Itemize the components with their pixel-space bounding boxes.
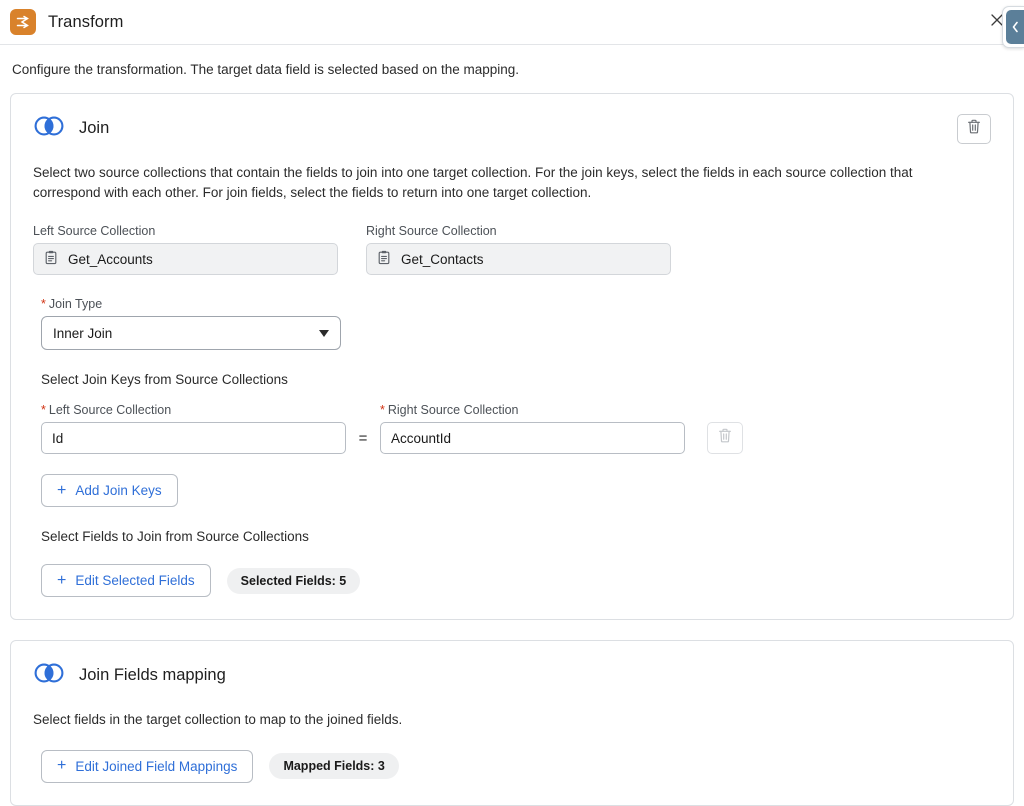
join-description: Select two source collections that conta… [33, 165, 913, 200]
right-source-collection-field[interactable]: Get_Contacts [366, 243, 671, 276]
trash-icon [718, 428, 732, 448]
intro-text: Configure the transformation. The target… [12, 62, 520, 77]
delete-join-key-button [707, 422, 743, 455]
mapping-card-header: Join Fields mapping [33, 663, 991, 688]
select-fields-heading: Select Fields to Join from Source Collec… [41, 529, 309, 545]
left-source-collection-label: Left Source Collection [33, 224, 156, 239]
add-join-keys-wrap: + Add Join Keys [41, 454, 991, 508]
left-source-collection-field[interactable]: Get_Accounts [33, 243, 338, 276]
venn-join-icon [33, 663, 65, 688]
join-type-row: * Join Type Inner Join [33, 297, 991, 351]
mapped-fields-badge: Mapped Fields: 3 [269, 753, 399, 780]
edit-mappings-row: + Edit Joined Field Mappings Mapped Fiel… [41, 730, 991, 783]
join-type-label-text: Join Type [48, 297, 103, 312]
join-key-left-group: * Left Source Collection Id [41, 403, 346, 455]
left-source-collection-group: Left Source Collection Get_Accounts [33, 224, 338, 276]
join-key-row: * Left Source Collection Id = * Right Sour… [41, 403, 991, 455]
mapping-description: Select fields in the target collection t… [33, 712, 403, 728]
right-source-collection-group: Right Source Collection Get_Contacts [366, 224, 671, 276]
join-key-left-field[interactable]: Id [41, 422, 346, 455]
join-key-right-label-text: Right Source Collection [387, 403, 519, 418]
join-type-value: Inner Join [53, 325, 113, 341]
page-title: Transform [48, 12, 124, 31]
source-collections-row: Left Source Collection Get_Accounts Righ… [33, 224, 991, 276]
required-marker: * [41, 297, 46, 312]
edit-selected-fields-row: + Edit Selected Fields Selected Fields: … [41, 544, 991, 598]
plus-icon: + [57, 757, 67, 775]
clipboard-icon [44, 250, 58, 268]
clipboard-icon [377, 250, 391, 268]
join-key-right-label: * Right Source Collection [380, 403, 685, 417]
add-join-keys-label: Add Join Keys [75, 483, 162, 499]
right-source-collection-value: Get_Contacts [401, 251, 484, 267]
equals-separator: = [358, 430, 368, 448]
join-card: Join Select two source collections that … [10, 93, 1014, 621]
side-panel-toggle[interactable] [1002, 6, 1024, 48]
join-type-group: * Join Type Inner Join [41, 297, 346, 351]
plus-icon: + [57, 571, 67, 589]
required-marker: * [380, 403, 385, 418]
window-header: Transform [0, 0, 1024, 48]
trash-icon [967, 119, 981, 139]
join-card-header: Join [33, 116, 991, 141]
join-type-label: * Join Type [41, 297, 346, 311]
join-card-title: Join [79, 119, 110, 138]
join-type-select[interactable]: Inner Join [41, 316, 341, 351]
join-key-right-value: AccountId [391, 430, 452, 446]
chevron-down-icon [319, 329, 329, 337]
transform-icon [10, 9, 36, 35]
selected-fields-badge: Selected Fields: 5 [226, 567, 361, 594]
join-key-right-field[interactable]: AccountId [380, 422, 685, 455]
join-key-left-label-text: Left Source Collection [48, 403, 172, 418]
join-keys-heading: Select Join Keys from Source Collections [41, 372, 288, 388]
required-marker: * [41, 403, 46, 418]
main-content: Configure the transformation. The target… [0, 45, 1024, 806]
plus-icon: + [57, 481, 67, 499]
add-join-keys-button[interactable]: + Add Join Keys [41, 474, 178, 508]
join-key-left-value: Id [52, 430, 64, 446]
right-source-collection-label: Right Source Collection [366, 224, 497, 239]
edit-selected-fields-button[interactable]: + Edit Selected Fields [41, 564, 211, 598]
edit-selected-fields-label: Edit Selected Fields [75, 573, 195, 589]
chevron-left-icon [1006, 10, 1024, 44]
mapping-card-title: Join Fields mapping [79, 666, 226, 685]
edit-joined-field-mappings-button[interactable]: + Edit Joined Field Mappings [41, 749, 254, 783]
join-key-left-label: * Left Source Collection [41, 403, 346, 417]
join-key-delete-wrap [685, 422, 743, 455]
venn-join-icon [33, 116, 65, 141]
left-source-collection-value: Get_Accounts [68, 251, 153, 267]
edit-joined-field-mappings-label: Edit Joined Field Mappings [75, 758, 238, 774]
join-key-right-group: * Right Source Collection AccountId [380, 403, 685, 455]
delete-join-button[interactable] [957, 114, 991, 145]
join-fields-mapping-card: Join Fields mapping Select fields in the… [10, 640, 1014, 806]
